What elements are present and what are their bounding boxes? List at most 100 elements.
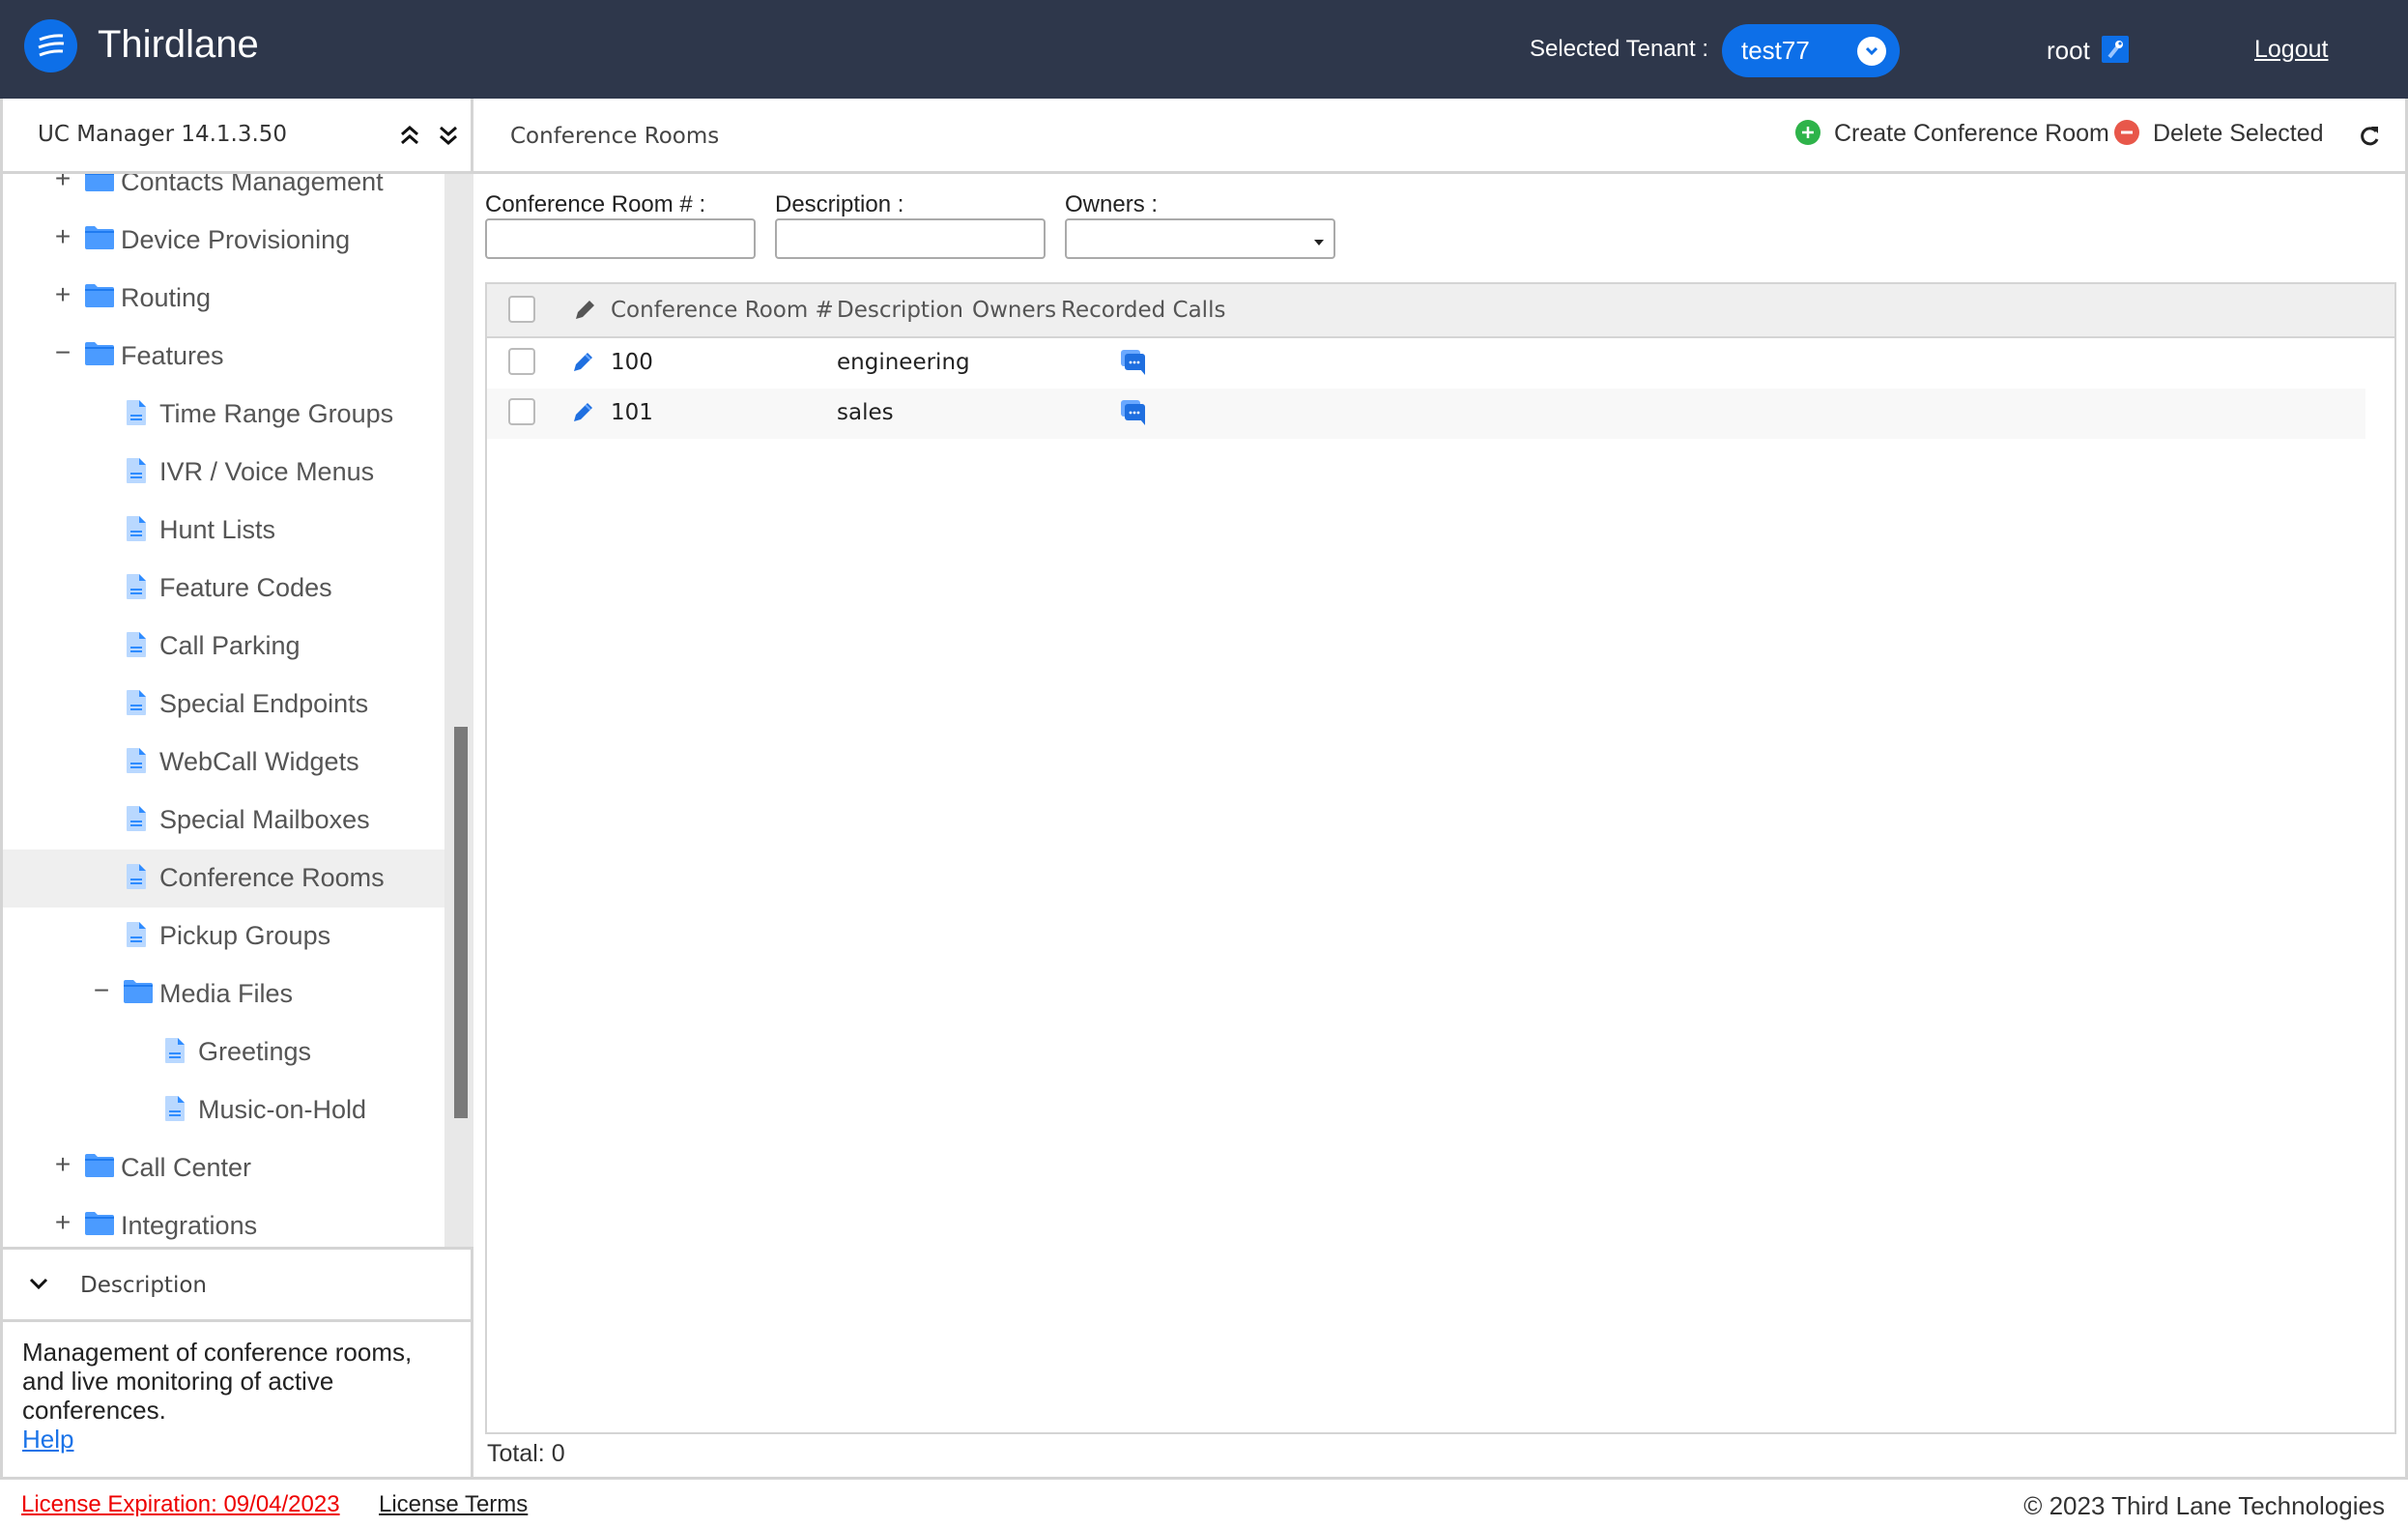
sidebar-item-call-center[interactable]: + Call Center xyxy=(3,1139,444,1197)
expand-icon[interactable]: + xyxy=(53,221,72,252)
folder-icon xyxy=(123,979,154,1011)
description-title: Description xyxy=(80,1273,207,1298)
expand-all-icon[interactable] xyxy=(399,124,420,152)
column-header-recorded-calls[interactable]: Recorded Calls xyxy=(1061,298,1225,323)
description-filter-label: Description : xyxy=(775,191,904,217)
total-count: Total: 0 xyxy=(487,1440,565,1467)
description-text: Management of conference rooms, and live… xyxy=(22,1338,413,1425)
logout-link[interactable]: Logout xyxy=(2254,36,2328,64)
sidebar-item-webcall-widgets[interactable]: WebCall Widgets xyxy=(3,734,444,792)
sidebar-item-features[interactable]: − Features xyxy=(3,328,444,386)
edit-pencil-icon[interactable] xyxy=(570,400,595,430)
sidebar-item-label: WebCall Widgets xyxy=(159,747,359,776)
edit-pencil-icon[interactable] xyxy=(570,350,595,380)
help-link[interactable]: Help xyxy=(22,1425,428,1454)
folder-icon xyxy=(84,174,115,199)
sidebar-item-label: Special Endpoints xyxy=(159,689,369,718)
sidebar-item-routing[interactable]: + Routing xyxy=(3,270,444,328)
sidebar-item-special-mailboxes[interactable]: Special Mailboxes xyxy=(3,792,444,850)
page-title: Conference Rooms xyxy=(510,124,720,149)
sidebar-item-media-files[interactable]: − Media Files xyxy=(3,965,444,1023)
column-header-room[interactable]: Conference Room # xyxy=(611,298,834,323)
column-header-description[interactable]: Description xyxy=(837,298,963,323)
document-icon xyxy=(125,689,148,723)
sidebar-item-label: Hunt Lists xyxy=(159,515,276,544)
sidebar-item-greetings[interactable]: Greetings xyxy=(3,1023,444,1081)
sidebar-header: UC Manager 14.1.3.50 xyxy=(3,99,471,174)
sidebar-item-time-range-groups[interactable]: Time Range Groups xyxy=(3,386,444,444)
wrench-icon[interactable] xyxy=(2102,36,2129,63)
sidebar-item-hunt-lists[interactable]: Hunt Lists xyxy=(3,502,444,560)
description-header[interactable]: Description xyxy=(3,1247,471,1322)
sidebar-scrollbar[interactable] xyxy=(444,174,473,1247)
license-terms-link[interactable]: License Terms xyxy=(379,1491,528,1518)
sidebar-item-label: Feature Codes xyxy=(159,573,332,602)
sidebar-item-conference-rooms[interactable]: Conference Rooms xyxy=(3,850,444,908)
sidebar-item-integrations[interactable]: + Integrations xyxy=(3,1197,444,1247)
chevron-down-icon[interactable] xyxy=(28,1276,49,1296)
sidebar-item-label: Integrations xyxy=(121,1211,258,1240)
minus-circle-icon xyxy=(2114,120,2139,145)
sidebar-item-pickup-groups[interactable]: Pickup Groups xyxy=(3,908,444,965)
tenant-selector[interactable]: test77 xyxy=(1722,24,1900,77)
collapse-icon[interactable]: − xyxy=(53,337,72,368)
sidebar-item-label: Special Mailboxes xyxy=(159,805,370,834)
room-number-cell: 101 xyxy=(611,400,653,425)
select-all-checkbox[interactable] xyxy=(508,296,535,323)
copyright: © 2023 Third Lane Technologies xyxy=(2023,1491,2385,1520)
column-header-owners[interactable]: Owners xyxy=(972,298,1056,323)
sidebar-item-contacts-management[interactable]: + Contacts Management xyxy=(3,174,444,212)
tenant-value: test77 xyxy=(1741,36,1810,65)
row-checkbox[interactable] xyxy=(508,348,535,375)
sidebar-item-label: Contacts Management xyxy=(121,174,384,196)
chevron-down-icon xyxy=(1857,37,1886,66)
main-header: Conference Rooms Create Conference Room … xyxy=(473,99,2405,174)
expand-icon[interactable]: + xyxy=(53,1149,72,1180)
sidebar-item-label: Pickup Groups xyxy=(159,921,331,950)
delete-selected-button[interactable]: Delete Selected xyxy=(2114,120,2324,148)
recorded-calls-icon[interactable] xyxy=(1119,398,1148,432)
document-icon xyxy=(125,573,148,607)
sidebar-item-label: Conference Rooms xyxy=(159,863,385,892)
document-icon xyxy=(125,631,148,665)
expand-icon[interactable]: + xyxy=(53,174,72,194)
room-number-cell: 100 xyxy=(611,350,653,375)
sidebar-item-call-parking[interactable]: Call Parking xyxy=(3,618,444,676)
edit-pencil-icon xyxy=(572,298,597,328)
sidebar-item-label: Time Range Groups xyxy=(159,399,394,428)
conference-rooms-table: Conference Room # Description Owners Rec… xyxy=(485,282,2396,1434)
create-conference-room-button[interactable]: Create Conference Room xyxy=(1795,120,2109,148)
table-row[interactable]: 101 sales xyxy=(487,389,2365,439)
document-icon xyxy=(125,457,148,491)
sidebar-item-feature-codes[interactable]: Feature Codes xyxy=(3,560,444,618)
table-row[interactable]: 100 engineering xyxy=(487,338,2365,389)
folder-icon xyxy=(84,225,115,257)
recorded-calls-icon[interactable] xyxy=(1119,348,1148,382)
sidebar-item-label: Media Files xyxy=(159,979,294,1008)
expand-icon[interactable]: + xyxy=(53,1207,72,1238)
license-expiration-link[interactable]: License Expiration: 09/04/2023 xyxy=(21,1491,340,1518)
footer: License Expiration: 09/04/2023 License T… xyxy=(0,1477,2408,1527)
folder-icon xyxy=(84,1211,115,1243)
sidebar-item-music-on-hold[interactable]: Music-on-Hold xyxy=(3,1081,444,1139)
caret-down-icon xyxy=(1314,240,1324,245)
sidebar-scroll-thumb[interactable] xyxy=(454,727,468,1118)
sidebar-item-ivr-voice-menus[interactable]: IVR / Voice Menus xyxy=(3,444,444,502)
owners-select[interactable] xyxy=(1065,218,1335,259)
expand-icon[interactable]: + xyxy=(53,279,72,310)
room-number-input[interactable] xyxy=(485,218,756,259)
collapse-icon[interactable]: − xyxy=(92,975,111,1006)
folder-icon xyxy=(84,341,115,373)
row-checkbox[interactable] xyxy=(508,398,535,425)
description-input[interactable] xyxy=(775,218,1046,259)
sidebar-item-device-provisioning[interactable]: + Device Provisioning xyxy=(3,212,444,270)
folder-icon xyxy=(84,283,115,315)
tenant-label: Selected Tenant : xyxy=(1530,36,1709,62)
sidebar-item-label: Features xyxy=(121,341,224,370)
sidebar-item-special-endpoints[interactable]: Special Endpoints xyxy=(3,676,444,734)
sidebar-item-label: Call Center xyxy=(121,1153,252,1182)
collapse-all-icon[interactable] xyxy=(438,124,459,152)
owners-label: Owners : xyxy=(1065,191,1159,217)
sidebar-item-label: Greetings xyxy=(198,1037,312,1066)
refresh-icon[interactable] xyxy=(2358,124,2381,154)
